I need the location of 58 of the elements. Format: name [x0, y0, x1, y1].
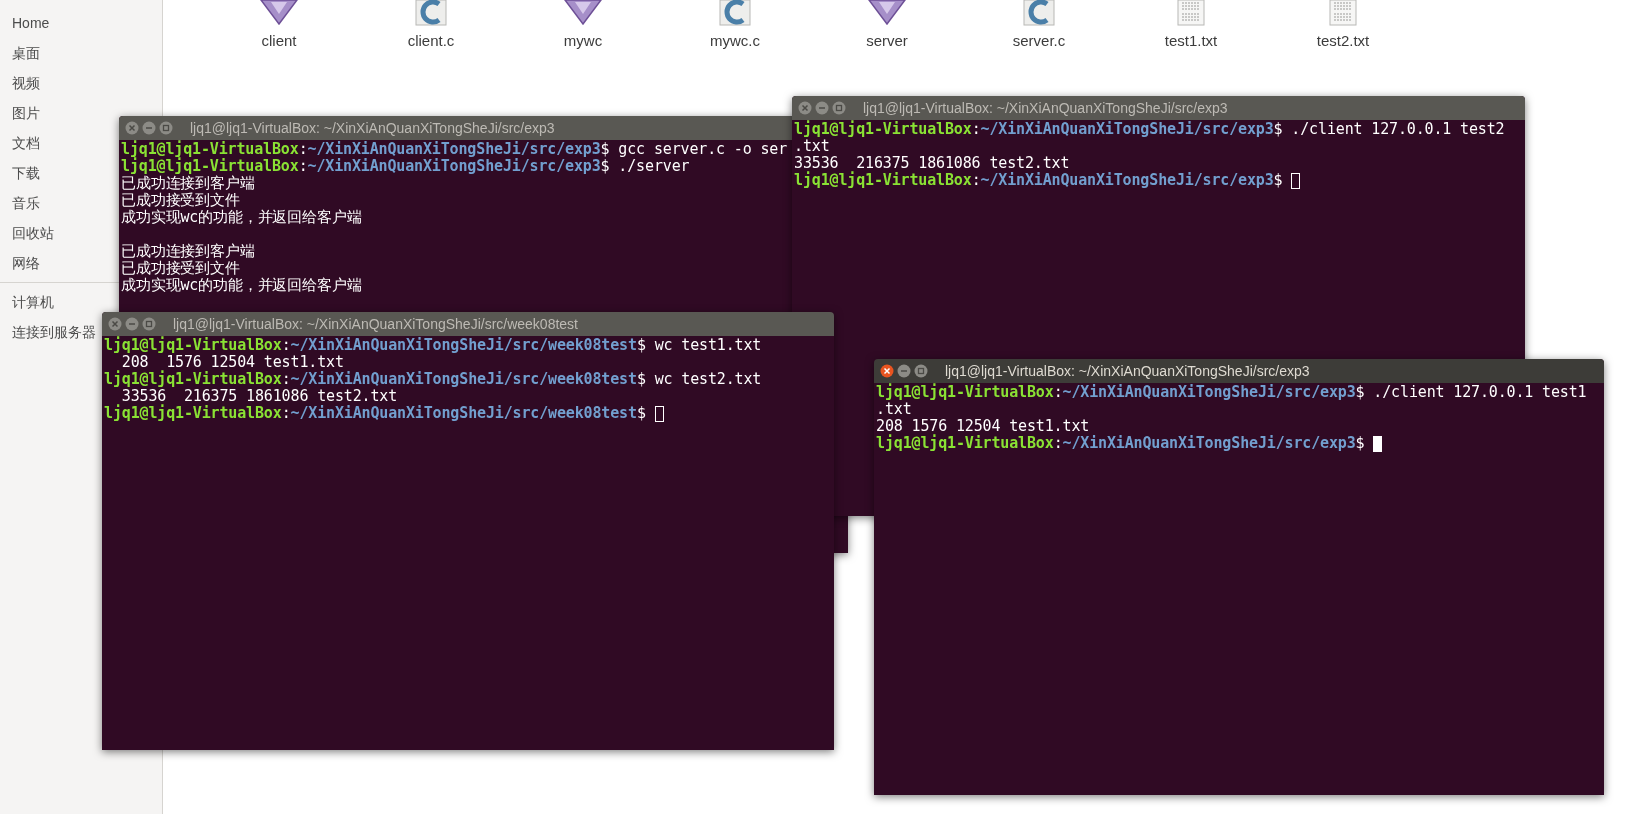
executable-icon — [561, 0, 605, 26]
terminal-line: 208 1576 12504 test1.txt — [876, 418, 1090, 435]
terminal-line: ljq1@ljq1-VirtualBox:~/XinXiAnQuanXiTongSheJi/src/week08test$ wc test2.txt — [104, 371, 762, 388]
maximize-icon[interactable] — [159, 121, 173, 135]
terminal-line: .txt — [794, 138, 830, 155]
terminal-line: 已成功连接到客户端 — [121, 243, 255, 260]
executable-icon — [257, 0, 301, 26]
sidebar-item[interactable]: 回收站 — [12, 222, 54, 244]
terminal-line: 33536 216375 1861086 test2.txt — [794, 155, 1070, 172]
file-name[interactable]: mywc.c — [710, 30, 760, 53]
sidebar-item[interactable]: 计算机 — [12, 291, 54, 313]
sidebar-item[interactable]: 网络 — [12, 252, 40, 274]
maximize-icon[interactable] — [832, 101, 846, 115]
sidebar-item[interactable]: Home — [12, 12, 50, 34]
file-name[interactable]: test1.txt — [1164, 30, 1218, 53]
file-name[interactable]: mywc — [563, 30, 603, 53]
window-title: ljq1@ljq1-VirtualBox: ~/XinXiAnQuanXiTongSheJi/src/week08test — [173, 314, 578, 334]
file-name[interactable]: server — [866, 30, 908, 53]
file-name[interactable]: test2.txt — [1316, 30, 1370, 53]
file-name[interactable]: server.c — [1012, 30, 1066, 53]
window-title: ljq1@ljq1-VirtualBox: ~/XinXiAnQuanXiTongSheJi/src/exp3 — [190, 118, 555, 138]
close-icon[interactable] — [880, 364, 894, 378]
terminal-line: .txt — [876, 401, 912, 418]
sidebar-item[interactable]: 桌面 — [12, 42, 40, 64]
maximize-icon[interactable] — [914, 364, 928, 378]
terminal-line: 成功实现wc的功能，并返回给客户端 — [121, 209, 362, 226]
sidebar-item[interactable]: 文档 — [12, 132, 40, 154]
terminal-line: ljq1@ljq1-VirtualBox:~/XinXiAnQuanXiTongSheJi/src/week08test$ wc test1.txt — [104, 337, 762, 354]
terminal-line: ljq1@ljq1-VirtualBox:~/XinXiAnQuanXiTongSheJi/src/exp3$ — [794, 172, 1284, 189]
c-source-file-icon — [415, 0, 447, 26]
minimize-icon[interactable] — [125, 317, 139, 331]
file-name[interactable]: client — [261, 30, 297, 53]
terminal-line: ljq1@ljq1-VirtualBox:~/XinXiAnQuanXiTongSheJi/src/exp3$ ./client 127.0.0.1 test2 — [794, 121, 1505, 138]
maximize-icon[interactable] — [142, 317, 156, 331]
terminal-line: 208 1576 12504 test1.txt — [121, 354, 344, 371]
terminal-line: ljq1@ljq1-VirtualBox:~/XinXiAnQuanXiTongSheJi/src/week08test$ — [104, 405, 647, 422]
sidebar-item[interactable]: 音乐 — [12, 192, 40, 214]
terminal-line: ljq1@ljq1-VirtualBox:~/XinXiAnQuanXiTongSheJi/src/exp3$ ./server — [121, 158, 690, 175]
terminal-line: 已成功连接到客户端 — [121, 175, 255, 192]
terminal-line: 成功实现wc的功能，并返回给客户端 — [121, 277, 362, 294]
terminal-line: ljq1@ljq1-VirtualBox:~/XinXiAnQuanXiTongSheJi/src/exp3$ — [876, 435, 1366, 452]
c-source-file-icon — [1023, 0, 1055, 26]
sidebar-item[interactable]: 视频 — [12, 72, 40, 94]
window-title: ljq1@ljq1-VirtualBox: ~/XinXiAnQuanXiTongSheJi/src/exp3 — [945, 361, 1310, 381]
terminal-line: ljq1@ljq1-VirtualBox:~/XinXiAnQuanXiTongSheJi/src/exp3$ gcc server.c -o ser — [121, 141, 788, 158]
c-source-file-icon — [719, 0, 751, 26]
sidebar-item[interactable]: 下载 — [12, 162, 40, 184]
terminal-line: 33536 216375 1861086 test2.txt — [121, 388, 398, 405]
terminal-line: 已成功接受到文件 — [121, 260, 240, 277]
terminal-line: 已成功接受到文件 — [121, 192, 240, 209]
window-title: ljq1@ljq1-VirtualBox: ~/XinXiAnQuanXiTongSheJi/src/exp3 — [863, 98, 1228, 118]
sidebar-item[interactable]: 图片 — [12, 102, 40, 124]
sidebar-item[interactable]: 连接到服务器 — [12, 321, 96, 343]
executable-icon — [865, 0, 909, 26]
minimize-icon[interactable] — [815, 101, 829, 115]
file-name[interactable]: client.c — [407, 30, 455, 53]
minimize-icon[interactable] — [142, 121, 156, 135]
terminal-line: ljq1@ljq1-VirtualBox:~/XinXiAnQuanXiTongSheJi/src/exp3$ ./client 127.0.0.1 test1 — [876, 384, 1587, 401]
